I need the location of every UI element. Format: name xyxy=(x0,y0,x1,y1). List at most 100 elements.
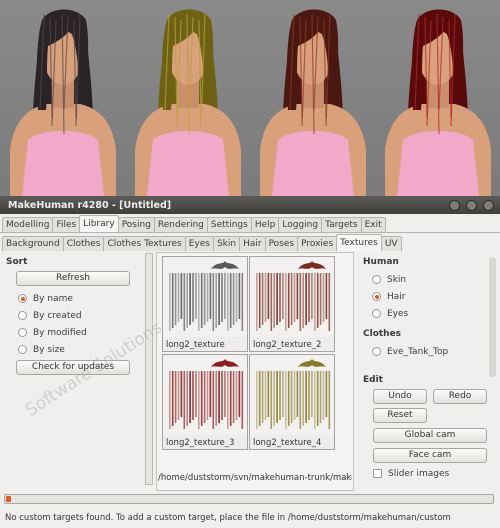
tab-files[interactable]: Files xyxy=(52,217,81,232)
texture-strand xyxy=(177,273,180,322)
texture-strand xyxy=(261,273,264,325)
tab-logging[interactable]: Logging xyxy=(278,217,323,232)
texture-strand xyxy=(299,273,302,331)
texture-thumb-2[interactable]: long2_texture_2 xyxy=(249,256,335,352)
check-updates-button[interactable]: Check for updates xyxy=(16,360,130,375)
texture-strand xyxy=(180,273,183,319)
human-model-1[interactable] xyxy=(0,0,125,196)
texture-strand xyxy=(267,273,270,319)
subtab-background[interactable]: Background xyxy=(2,236,64,251)
texture-strand xyxy=(183,273,186,331)
window-titlebar[interactable]: MakeHuman r4280 - [Untitled] xyxy=(0,197,500,214)
texture-strand xyxy=(264,371,267,420)
redo-button[interactable]: Redo xyxy=(433,389,487,404)
subtab-clothes-textures[interactable]: Clothes Textures xyxy=(103,236,186,251)
texture-thumb-4[interactable]: long2_texture_4 xyxy=(249,354,335,450)
sort-by-size-radio[interactable]: By size xyxy=(4,341,144,358)
radio-selected-icon xyxy=(18,294,27,303)
refresh-button[interactable]: Refresh xyxy=(16,271,130,286)
global-cam-button[interactable]: Global cam xyxy=(373,428,487,443)
texture-strand xyxy=(302,371,304,426)
texture-strand xyxy=(180,371,183,417)
texture-strand xyxy=(212,273,215,331)
tab-library[interactable]: Library xyxy=(79,215,119,232)
human-eyes-radio[interactable]: Eyes xyxy=(361,305,495,322)
texture-strand xyxy=(258,273,261,328)
sub-tabbar: Background Clothes Clothes Textures Eyes… xyxy=(0,234,500,251)
texture-strand xyxy=(195,273,197,319)
subtab-clothes[interactable]: Clothes xyxy=(62,236,105,251)
texture-strand xyxy=(192,371,194,420)
texture-strand xyxy=(256,371,258,429)
texture-strand xyxy=(215,371,217,426)
texture-strand xyxy=(224,371,226,417)
texture-label: long2_texture_2 xyxy=(253,340,322,350)
radio-label: By modified xyxy=(33,327,87,338)
texture-thumb-3[interactable]: long2_texture_3 xyxy=(162,354,248,450)
radio-label: Eyes xyxy=(387,308,409,319)
sort-by-modified-radio[interactable]: By modified xyxy=(4,324,144,341)
radio-icon xyxy=(18,311,27,320)
radio-label: Skin xyxy=(387,274,407,285)
tab-rendering[interactable]: Rendering xyxy=(153,217,208,232)
tab-posing[interactable]: Posing xyxy=(117,217,155,232)
texture-strand xyxy=(229,371,232,426)
viewport-3d[interactable] xyxy=(0,0,500,196)
subtab-poses[interactable]: Poses xyxy=(264,236,299,251)
maximize-icon[interactable] xyxy=(466,200,477,211)
subtab-textures[interactable]: Textures xyxy=(336,234,382,251)
human-model-3[interactable] xyxy=(250,0,375,196)
face-cam-button[interactable]: Face cam xyxy=(373,448,487,463)
texture-strand xyxy=(206,273,209,322)
texture-strand xyxy=(282,371,284,417)
texture-strand xyxy=(189,273,191,325)
texture-strand xyxy=(241,371,244,429)
subtab-proxies[interactable]: Proxies xyxy=(297,236,338,251)
texture-label: long2_texture xyxy=(166,340,225,350)
human-model-4[interactable] xyxy=(375,0,500,196)
texture-strand xyxy=(314,273,316,331)
subtab-eyes[interactable]: Eyes xyxy=(184,236,214,251)
texture-strand xyxy=(221,371,223,420)
tab-targets[interactable]: Targets xyxy=(321,217,362,232)
close-icon[interactable] xyxy=(483,200,494,211)
subtab-skin[interactable]: Skin xyxy=(212,236,241,251)
texture-strand xyxy=(328,371,331,429)
human-model-2[interactable] xyxy=(125,0,250,196)
texture-strand xyxy=(169,273,171,331)
tab-help[interactable]: Help xyxy=(250,217,280,232)
left-scrollbar[interactable] xyxy=(145,253,153,485)
texture-strand xyxy=(174,371,177,423)
main-tabbar: Modelling Files Library Posing Rendering… xyxy=(0,215,500,232)
sort-by-name-radio[interactable]: By name xyxy=(4,290,144,307)
right-scrollbar[interactable] xyxy=(489,257,496,377)
texture-label: long2_texture_4 xyxy=(253,438,322,448)
sort-by-created-radio[interactable]: By created xyxy=(4,307,144,324)
sort-panel: Sort Refresh By name By created By modif… xyxy=(4,255,144,375)
human-skin-radio[interactable]: Skin xyxy=(361,271,495,288)
texture-strand xyxy=(192,273,194,322)
texture-thumb-1[interactable]: long2_texture xyxy=(162,256,248,352)
tab-settings[interactable]: Settings xyxy=(206,217,252,232)
texture-strand xyxy=(232,371,235,423)
radio-icon xyxy=(372,275,381,284)
texture-strand xyxy=(261,371,264,423)
texture-strand xyxy=(276,273,278,325)
texture-strand xyxy=(227,371,229,429)
texture-strand xyxy=(328,273,331,331)
clothes-eve-tank-top-radio[interactable]: Eve_Tank_Top xyxy=(361,343,495,360)
texture-strand xyxy=(273,273,275,328)
radio-icon xyxy=(18,328,27,337)
undo-button[interactable]: Undo xyxy=(373,389,427,404)
status-bar: No custom targets found. To add a custom… xyxy=(5,513,451,523)
reset-button[interactable]: Reset xyxy=(373,408,427,423)
subtab-hair[interactable]: Hair xyxy=(239,236,266,251)
tab-exit[interactable]: Exit xyxy=(360,217,386,232)
minimize-icon[interactable] xyxy=(449,200,460,211)
subtab-uv[interactable]: UV xyxy=(380,236,402,251)
texture-strand xyxy=(325,371,328,417)
human-hair-radio[interactable]: Hair xyxy=(361,288,495,305)
texture-strand xyxy=(256,273,258,331)
slider-images-checkbox[interactable]: Slider images xyxy=(361,466,495,481)
tab-modelling[interactable]: Modelling xyxy=(2,217,54,232)
